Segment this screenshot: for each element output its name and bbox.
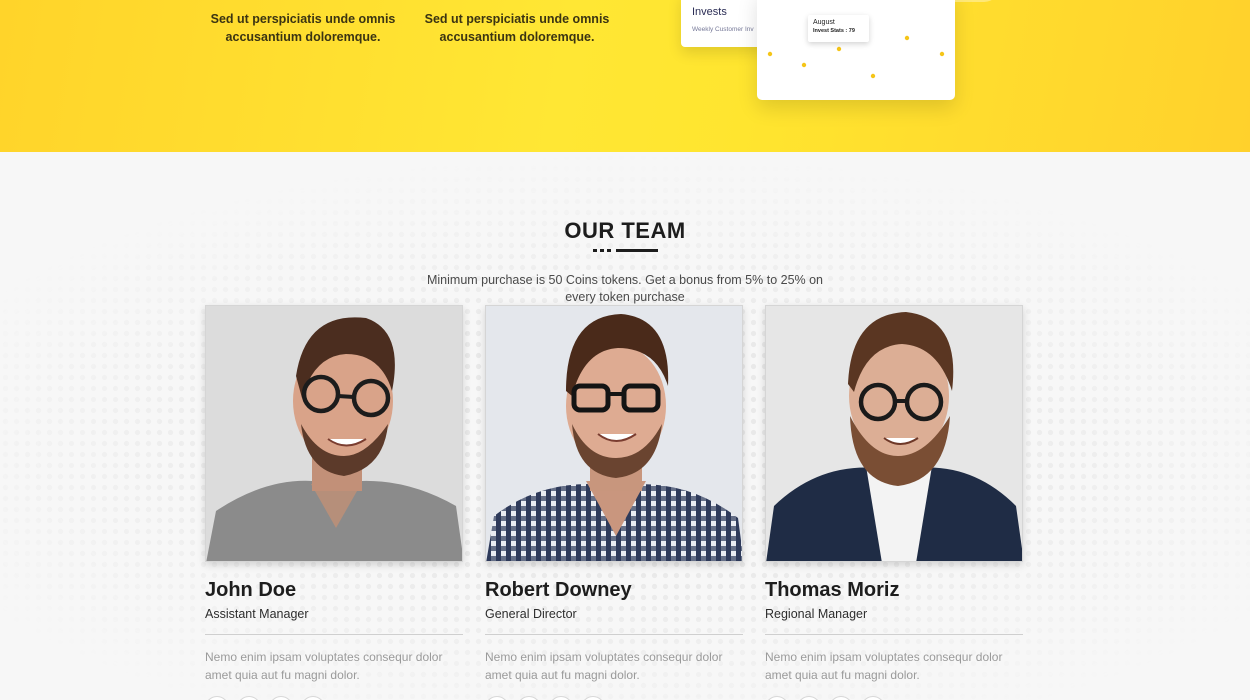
- member-role: Assistant Manager: [205, 607, 309, 621]
- member-bio: Nemo enim ipsam voluptates consequr dolo…: [765, 650, 1003, 682]
- social-links: [485, 696, 743, 700]
- divider: [205, 634, 463, 635]
- team-member-card: John Doe Assistant Manager Nemo enim ips…: [205, 305, 463, 700]
- social-icon[interactable]: [301, 696, 325, 700]
- team-member-card: Thomas Moriz Regional Manager Nemo enim …: [765, 305, 1023, 700]
- chart-dot: [801, 62, 807, 68]
- member-role: Regional Manager: [765, 607, 868, 621]
- chart-dot: [904, 35, 910, 41]
- invest-card-title: Invests: [692, 6, 727, 18]
- member-role: General Director: [485, 607, 577, 621]
- chart-tooltip: August Invest Stats : 79: [808, 15, 869, 42]
- member-bio: Nemo enim ipsam voluptates consequr dolo…: [485, 650, 723, 682]
- team-member-card: Robert Downey General Director Nemo enim…: [485, 305, 743, 700]
- social-links: [205, 696, 463, 700]
- social-icon[interactable]: [765, 696, 789, 700]
- member-photo: [485, 305, 743, 562]
- social-icon[interactable]: [485, 696, 509, 700]
- member-bio: Nemo enim ipsam voluptates consequr dolo…: [205, 650, 443, 682]
- title-underline: [616, 249, 658, 252]
- divider: [765, 634, 1023, 635]
- member-photo: [765, 305, 1023, 562]
- social-icon[interactable]: [237, 696, 261, 700]
- member-name: Robert Downey: [485, 579, 632, 601]
- title-underline: [607, 249, 611, 252]
- feature-text: Sed ut perspiciatis unde omnis accusanti…: [210, 12, 396, 44]
- social-icon[interactable]: [861, 696, 885, 700]
- hero-band: Sed ut perspiciatis unde omnis accusanti…: [0, 0, 1250, 152]
- feature-text: Sed ut perspiciatis unde omnis accusanti…: [424, 12, 610, 44]
- social-icon[interactable]: [549, 696, 573, 700]
- tooltip-value: Invest Stats : 79: [813, 28, 855, 34]
- portrait-illustration: [486, 306, 742, 561]
- portrait-illustration: [206, 306, 462, 561]
- divider: [485, 634, 743, 635]
- team-section: OUR TEAM Minimum purchase is 50 Coins to…: [0, 152, 1250, 700]
- member-photo: [205, 305, 463, 562]
- chart-dot: [870, 73, 876, 79]
- title-underline: [600, 249, 604, 252]
- social-icon[interactable]: [205, 696, 229, 700]
- section-intro: Minimum purchase is 50 Coins tokens. Get…: [426, 273, 824, 304]
- section-title: OUR TEAM: [564, 218, 686, 243]
- tooltip-month: August: [813, 19, 835, 26]
- member-name: Thomas Moriz: [765, 579, 900, 601]
- title-underline: [593, 249, 597, 252]
- invest-card-subtitle: Weekly Customer Inv: [692, 26, 754, 33]
- chart-dot: [836, 46, 842, 52]
- social-icon[interactable]: [829, 696, 853, 700]
- social-icon[interactable]: [581, 696, 605, 700]
- invest-stats-chart: August Invest Stats : 79: [757, 0, 955, 100]
- portrait-illustration: [766, 306, 1022, 561]
- social-links: [765, 696, 1023, 700]
- chart-dot: [767, 51, 773, 57]
- social-icon[interactable]: [797, 696, 821, 700]
- social-icon[interactable]: [517, 696, 541, 700]
- chart-dot: [939, 51, 945, 57]
- member-name: John Doe: [205, 579, 297, 601]
- social-icon[interactable]: [269, 696, 293, 700]
